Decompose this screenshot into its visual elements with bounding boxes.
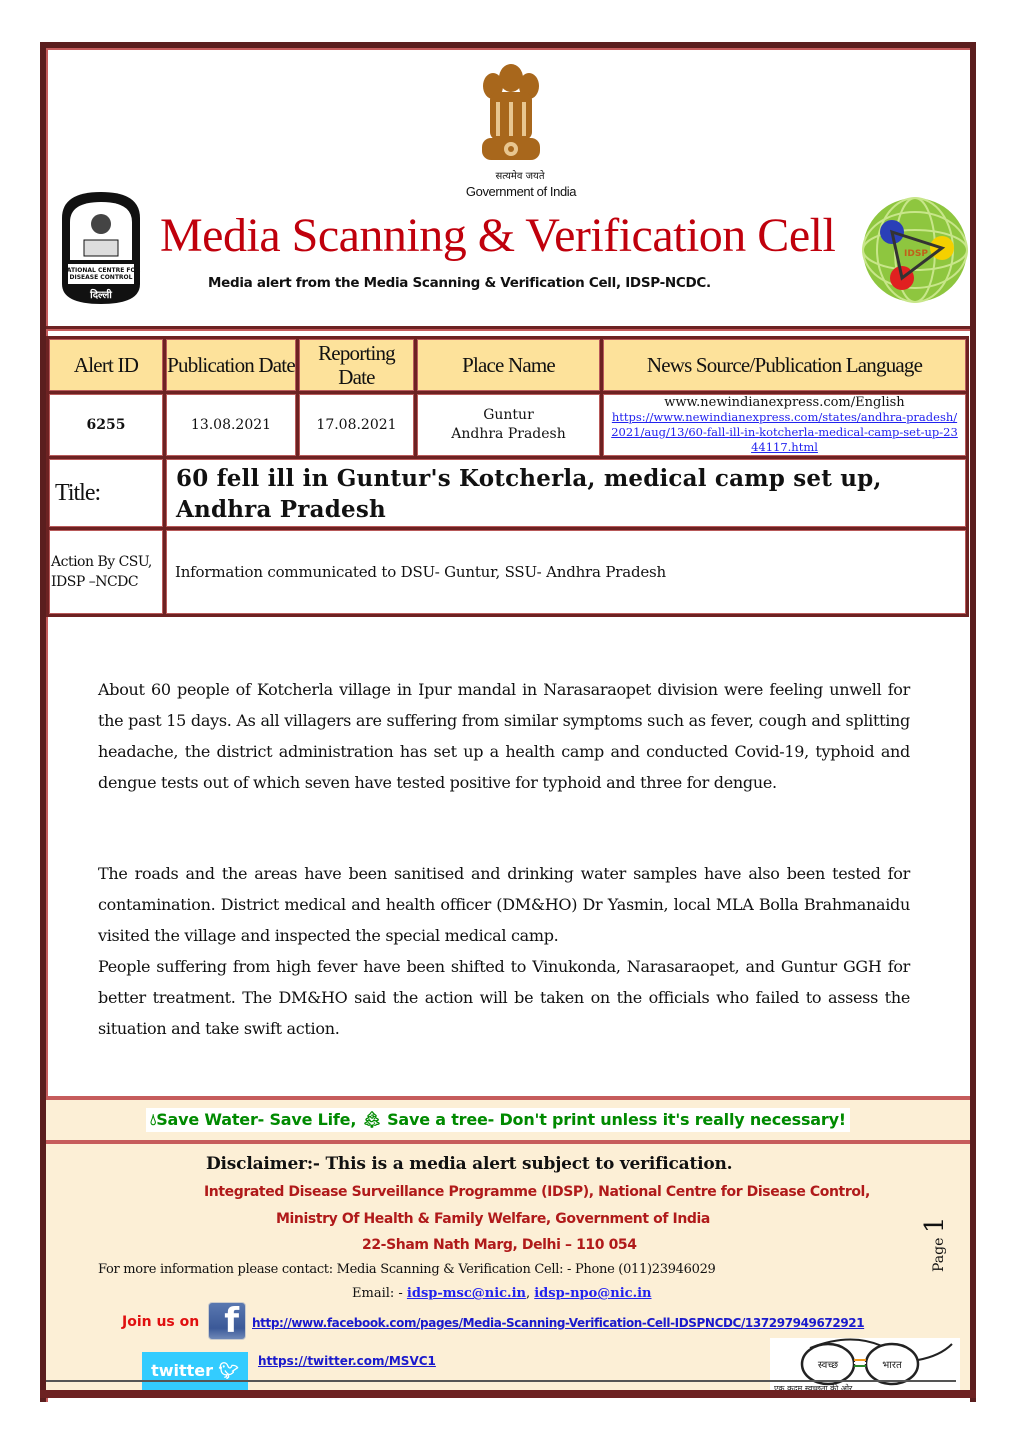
government-of-india-label: Government of India	[465, 184, 577, 199]
national-emblem-icon	[482, 64, 540, 160]
header-alert-id: Alert ID	[46, 336, 166, 394]
footer: 💧︎Save Water- Save Life, 🌲︎ Save a tree-…	[46, 1096, 970, 1394]
save-water-text: Save Water- Save Life,	[156, 1110, 362, 1129]
header-news-source: News Source/Publication Language	[600, 336, 969, 394]
disclaimer: Disclaimer:- This is a media alert subje…	[206, 1154, 733, 1174]
table-row: 6255 13.08.2021 17.08.2021 Guntur Andhra…	[46, 391, 969, 459]
emblem-motto: सत्यमेव जयते	[495, 171, 545, 182]
alert-info-table: Alert ID Publication Date Reporting Date…	[46, 336, 969, 617]
news-source-value: www.newindianexpress.com/English https:/…	[600, 391, 969, 459]
svg-text:DISEASE CONTROL: DISEASE CONTROL	[70, 274, 133, 281]
email-msc-link[interactable]: idsp-msc@nic.in	[407, 1286, 526, 1301]
title-row: Title: 60 fell ill in Guntur's Kotcherla…	[46, 456, 969, 530]
title-label: Title:	[46, 456, 166, 530]
article-paragraph: People suffering from high fever have be…	[98, 957, 910, 1038]
org-line-2: Ministry Of Health & Family Welfare, Gov…	[276, 1211, 710, 1227]
alert-title: 60 fell ill in Guntur's Kotcherla, medic…	[163, 456, 969, 530]
contact-info: For more information please contact: Med…	[98, 1262, 716, 1277]
tree-icon: 🌲︎	[361, 1110, 382, 1129]
header-reporting-date: Reporting Date	[296, 336, 417, 394]
email-line: Email: - idsp-msc@nic.in, idsp-npo@nic.i…	[352, 1286, 652, 1301]
email-separator: ,	[525, 1286, 535, 1301]
place-district: Guntur	[483, 407, 534, 423]
action-row: Action By CSU, IDSP –NCDC Information co…	[46, 527, 969, 617]
article-paragraph: The roads and the areas have been saniti…	[98, 864, 910, 945]
action-by-label: Action By CSU, IDSP –NCDC	[46, 527, 166, 617]
source-url-link[interactable]: https://www.newindianexpress.com/states/…	[603, 410, 966, 455]
svg-text:दिल्ली: दिल्ली	[89, 288, 112, 301]
footer-bottom-line	[46, 1380, 956, 1382]
footer-top-divider	[46, 1096, 970, 1100]
header-publication-date: Publication Date	[163, 336, 299, 394]
svg-text:IDSP: IDSP	[904, 249, 928, 259]
page-subtitle: Media alert from the Media Scanning & Ve…	[208, 275, 711, 291]
ncdc-logo-icon: NATIONAL CENTRE FOR DISEASE CONTROL दिल्…	[62, 192, 141, 304]
header-divider-light	[46, 329, 970, 331]
org-line-1: Integrated Disease Surveillance Programm…	[204, 1184, 870, 1200]
svg-text:भारत: भारत	[882, 1360, 902, 1371]
reporting-date-value: 17.08.2021	[296, 391, 417, 459]
page-number: Page 1	[920, 1216, 950, 1272]
swachh-bharat-logo-icon: स्वच्छ भारत एक कदम स्वच्छता की ओर	[770, 1338, 960, 1394]
org-address: 22-Sham Nath Marg, Delhi – 110 054	[362, 1237, 637, 1253]
eco-banner: 💧︎Save Water- Save Life, 🌲︎ Save a tree-…	[146, 1108, 850, 1132]
action-text: Information communicated to DSU- Guntur,…	[163, 527, 969, 617]
publication-date-value: 13.08.2021	[163, 391, 299, 459]
email-npo-link[interactable]: idsp-npo@nic.in	[534, 1286, 651, 1301]
place-name-value: Guntur Andhra Pradesh	[414, 391, 603, 459]
twitter-link[interactable]: https://twitter.com/MSVC1	[258, 1354, 436, 1368]
header-place-name: Place Name	[414, 336, 603, 394]
facebook-link[interactable]: http://www.facebook.com/pages/Media-Scan…	[252, 1316, 865, 1330]
twitter-icon[interactable]: twitter 🐦︎	[142, 1352, 248, 1390]
article-body-2: The roads and the areas have been saniti…	[98, 858, 910, 1044]
save-tree-text: Save a tree- Don't print unless it's rea…	[381, 1110, 846, 1129]
join-us-label: Join us on	[122, 1314, 200, 1330]
footer-mid-divider	[46, 1140, 970, 1144]
article-body: About 60 people of Kotcherla village in …	[98, 674, 910, 798]
source-site: www.newindianexpress.com/English	[664, 395, 905, 410]
svg-text:स्वच्छ: स्वच्छ	[818, 1360, 838, 1371]
alert-id-value: 6255	[46, 391, 166, 459]
article-paragraph: About 60 people of Kotcherla village in …	[98, 680, 910, 792]
svg-text:NATIONAL CENTRE FOR: NATIONAL CENTRE FOR	[62, 267, 141, 274]
idsp-logo-icon: IDSP	[862, 197, 968, 303]
facebook-icon[interactable]: f	[208, 1302, 246, 1340]
email-label: Email: -	[352, 1286, 407, 1301]
place-state: Andhra Pradesh	[451, 426, 566, 442]
page-bottom-border	[40, 1390, 976, 1398]
page-title: Media Scanning & Verification Cell	[160, 209, 836, 262]
table-header-row: Alert ID Publication Date Reporting Date…	[46, 336, 969, 394]
